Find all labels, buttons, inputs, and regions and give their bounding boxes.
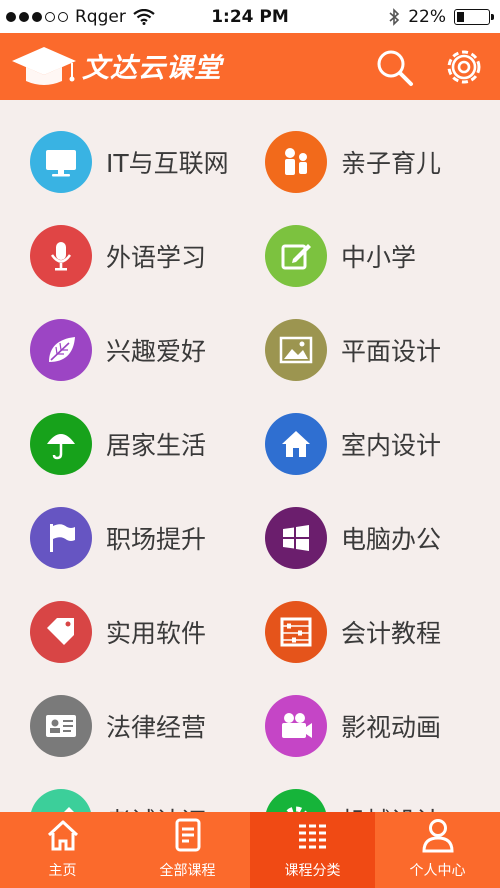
category-item[interactable]: 兴趣爱好 xyxy=(30,319,206,381)
image-icon xyxy=(279,336,313,364)
tab-course-categories[interactable]: 课程分类 xyxy=(250,812,375,888)
category-label: 影视动画 xyxy=(341,713,442,742)
search-button[interactable] xyxy=(374,47,414,87)
category-label: 室内设计 xyxy=(341,431,442,460)
gear-icon xyxy=(285,806,307,812)
category-label: 机械设计 xyxy=(341,802,441,812)
tab-label: 全部课程 xyxy=(159,863,216,879)
tab-label: 课程分类 xyxy=(284,863,341,879)
category-item[interactable]: 中小学 xyxy=(265,225,416,287)
settings-button[interactable] xyxy=(444,47,484,87)
family-icon xyxy=(285,148,307,175)
category-icon-badge xyxy=(30,131,92,193)
category-label: 职场提升 xyxy=(106,525,207,554)
category-label: 会计教程 xyxy=(341,619,442,648)
category-icon-badge xyxy=(265,225,327,287)
home-icon xyxy=(282,431,310,457)
category-label: 平面设计 xyxy=(341,337,442,366)
category-item[interactable]: 实用软件 xyxy=(30,601,206,663)
category-item[interactable]: 职场提升 xyxy=(30,507,206,569)
leaf-icon xyxy=(49,337,75,362)
category-icon-badge xyxy=(265,413,327,475)
category-label: 兴趣爱好 xyxy=(106,337,207,366)
bottom-tab-bar: 主页 全部课程 课程分类 个人中心 xyxy=(0,812,500,888)
category-item[interactable]: 居家生活 xyxy=(30,413,206,475)
category-icon-badge xyxy=(265,507,327,569)
graduation-cap-icon xyxy=(12,47,76,85)
tab-label: 个人中心 xyxy=(409,863,466,879)
app-header: 文达云课堂 xyxy=(0,33,500,100)
flag-icon xyxy=(50,524,75,552)
category-icon-badge xyxy=(265,789,327,812)
category-item[interactable]: IT与互联网 xyxy=(30,131,229,193)
category-label: 实用软件 xyxy=(106,619,207,648)
status-bar: Rqger 1:24 PM 22% xyxy=(0,0,500,33)
category-item[interactable]: 亲子育儿 xyxy=(265,131,441,193)
category-icon-badge xyxy=(265,131,327,193)
category-icon-badge xyxy=(30,695,92,757)
category-icon-badge xyxy=(30,319,92,381)
category-icon-badge xyxy=(265,601,327,663)
carrier-name: Rqger xyxy=(75,6,126,27)
user-icon xyxy=(421,819,454,853)
wifi-icon xyxy=(133,8,155,25)
tab-profile[interactable]: 个人中心 xyxy=(375,812,500,888)
category-item[interactable]: 外语学习 xyxy=(30,225,206,287)
category-label: 中小学 xyxy=(341,243,417,272)
category-label: 外语学习 xyxy=(106,243,207,272)
tab-label: 主页 xyxy=(48,863,77,879)
battery-percentage: 22% xyxy=(408,6,446,27)
category-item[interactable]: 室内设计 xyxy=(265,413,441,475)
windows-icon xyxy=(283,525,309,551)
category-item[interactable]: 平面设计 xyxy=(265,319,441,381)
category-grid: IT与互联网 亲子育儿外语学习 中小学兴趣爱好 平面设计居家生活 室内设计职场提升 电脑办… xyxy=(0,100,500,812)
home-icon xyxy=(47,820,78,851)
signal-strength-icon xyxy=(6,11,68,22)
bluetooth-icon xyxy=(389,7,400,26)
category-icon-badge xyxy=(30,601,92,663)
app-logo: 文达云课堂 xyxy=(8,37,222,93)
category-label: 考试认证 xyxy=(106,802,206,812)
category-icon-badge xyxy=(30,507,92,569)
category-label: IT与互联网 xyxy=(106,149,229,178)
umbrella-icon xyxy=(47,434,75,460)
category-label: 法律经营 xyxy=(106,713,207,742)
microphone-icon xyxy=(50,242,72,271)
category-item[interactable]: 影视动画 xyxy=(265,695,441,757)
id-card-icon xyxy=(46,715,76,737)
gear-icon xyxy=(447,50,481,84)
category-icon-badge xyxy=(265,319,327,381)
search-icon xyxy=(377,50,413,86)
video-camera-icon xyxy=(282,713,312,738)
app-title: 文达云课堂 xyxy=(82,52,222,84)
tab-home[interactable]: 主页 xyxy=(0,812,125,888)
category-icon-badge xyxy=(30,413,92,475)
category-item[interactable]: 机械设计 xyxy=(265,789,441,812)
edit-icon xyxy=(281,244,311,270)
category-item[interactable]: 考试认证 xyxy=(30,789,206,812)
category-item[interactable]: 电脑办公 xyxy=(265,507,441,569)
category-item[interactable]: 会计教程 xyxy=(265,601,441,663)
category-icon-badge xyxy=(265,695,327,757)
category-label: 电脑办公 xyxy=(341,525,442,554)
abacus-icon xyxy=(280,617,312,647)
category-icon-badge xyxy=(30,789,92,812)
monitor-icon xyxy=(46,150,76,177)
tag-icon xyxy=(47,618,74,645)
list-icon xyxy=(298,824,327,849)
tab-all-courses[interactable]: 全部课程 xyxy=(125,812,250,888)
pencil-icon xyxy=(64,807,74,812)
battery-icon xyxy=(454,8,494,25)
document-icon xyxy=(175,818,200,852)
category-label: 亲子育儿 xyxy=(341,149,442,178)
category-label: 居家生活 xyxy=(106,431,207,460)
battery-level xyxy=(457,11,464,22)
category-icon-badge xyxy=(30,225,92,287)
category-item[interactable]: 法律经营 xyxy=(30,695,206,757)
